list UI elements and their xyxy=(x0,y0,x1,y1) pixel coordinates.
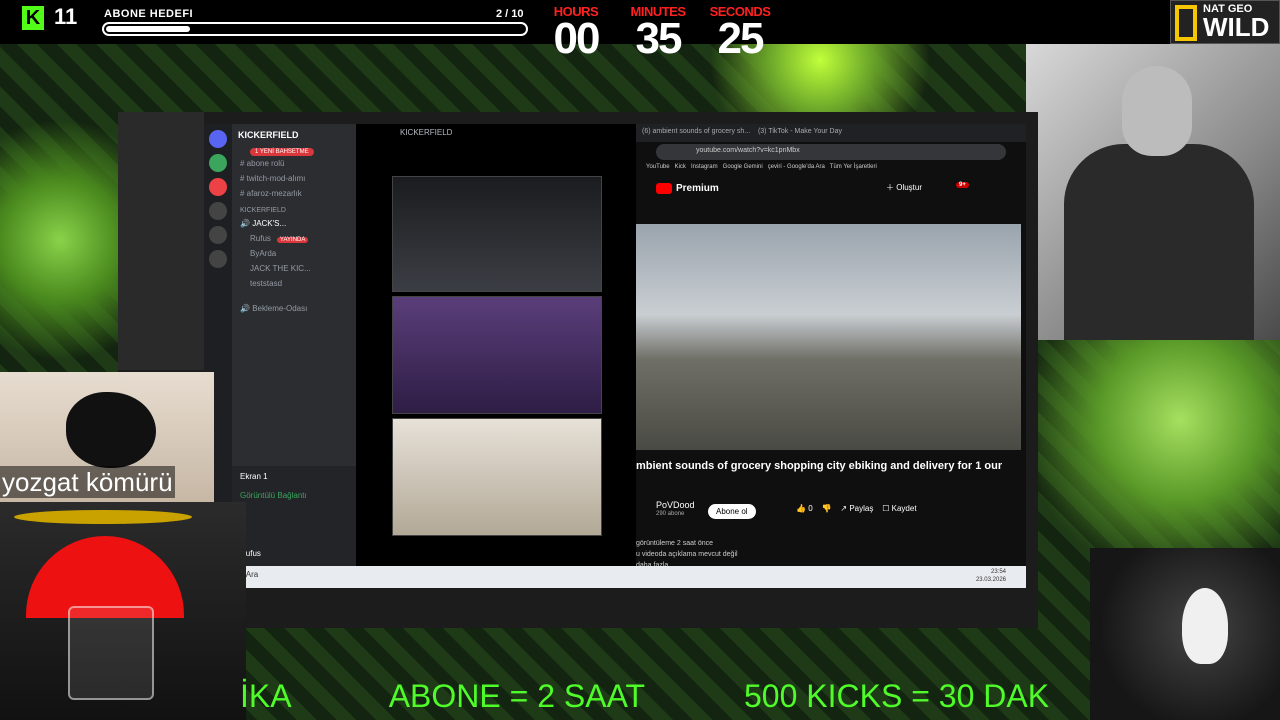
voice-user[interactable]: JACK THE KIC... xyxy=(232,261,356,276)
server-icon[interactable] xyxy=(209,154,227,172)
timer-hours: HOURS 00 xyxy=(536,4,616,63)
channel-item[interactable]: # abone rolü xyxy=(232,156,356,171)
view-count: görüntüleme 2 saat önce xyxy=(636,540,714,547)
waiting-room-channel[interactable]: 🔊 Bekleme-Odası xyxy=(232,301,356,316)
subscribe-button[interactable]: Abone ol xyxy=(708,504,756,519)
taskbar-search[interactable]: 🔍 Ara xyxy=(234,570,334,584)
bookmark-item[interactable]: Tüm Yer İşaretleri xyxy=(830,164,877,170)
connection-status[interactable]: Görüntülü Bağlantı xyxy=(232,487,356,504)
screen-share-preview[interactable] xyxy=(392,176,602,292)
glass-jar xyxy=(68,606,154,700)
natgeo-frame-icon xyxy=(1175,5,1197,41)
donation-ticker: İKA ABONE = 2 SAAT 500 KICKS = 30 DAK xyxy=(240,672,1100,720)
stream-top-bar: K 11 ABONE HEDEFI 2 / 10 HOURS 00 MINUTE… xyxy=(0,0,1280,61)
discord-stage: KICKERFIELD xyxy=(356,124,636,566)
browser-window[interactable]: (6) ambient sounds of grocery sh... (3) … xyxy=(636,124,1026,569)
voice-user[interactable]: Rufus YAYINDA xyxy=(232,231,356,246)
subscriber-goal-bar xyxy=(102,22,528,36)
youtube-logo-icon[interactable] xyxy=(656,183,672,194)
bookmark-item[interactable]: YouTube xyxy=(646,164,670,170)
discord-voice-panel: Ekran 1 Görüntülü Bağlantı Rufus xyxy=(232,466,356,566)
channel-item[interactable]: # afaroz-mezarlık xyxy=(232,186,356,201)
create-button[interactable]: ＋ Oluştur xyxy=(886,182,922,193)
kick-count: 11 xyxy=(54,4,78,29)
bookmarks-bar: YouTube Kick Instagram Google Gemini çev… xyxy=(636,162,1026,176)
notification-count[interactable]: 9+ xyxy=(956,182,969,188)
subscriber-goal-label: ABONE HEDEFI xyxy=(104,8,194,20)
ticker-item: İKA xyxy=(240,678,292,714)
like-button[interactable]: 👍 0 xyxy=(796,504,813,513)
ghostface-overlay xyxy=(1090,548,1280,720)
channel-name[interactable]: PoVDood xyxy=(656,500,695,510)
browser-tab[interactable]: (3) TikTok - Make Your Day xyxy=(758,128,842,135)
server-name[interactable]: KICKERFIELD xyxy=(232,124,356,146)
ticker-item: ABONE = 2 SAAT xyxy=(388,678,646,714)
discord-window[interactable]: KICKERFIELD 1 YENİ BAHSETME # abone rolü… xyxy=(204,124,636,566)
subscriber-goal-count: 2 / 10 xyxy=(496,8,524,20)
voice-user[interactable]: ByArda xyxy=(232,246,356,261)
timer-seconds-value: 25 xyxy=(717,14,765,63)
natgeo-text-bottom: WILD xyxy=(1203,12,1270,42)
timer-minutes: MINUTES 35 xyxy=(618,4,698,63)
screen-share-label: Ekran 1 xyxy=(240,472,268,481)
natgeo-wild-logo: NAT GEO WILD xyxy=(1170,0,1280,44)
channel-row: PoVDood 290 abone Abone ol 👍 0 👎 ↗ Payla… xyxy=(636,500,1021,522)
bookmark-item[interactable]: Instagram xyxy=(691,164,718,170)
live-badge: YAYINDA xyxy=(276,237,309,243)
discord-home-icon[interactable] xyxy=(209,130,227,148)
video-actions: 👍 0 👎 ↗ Paylaş ☐ Kaydet xyxy=(796,504,917,513)
bookmark-item[interactable]: Kick xyxy=(675,164,686,170)
streamer-facecam xyxy=(0,502,246,720)
discord-window-title: KICKERFIELD xyxy=(400,128,453,137)
new-mention-badge[interactable]: 1 YENİ BAHSETME xyxy=(250,148,314,156)
youtube-video-player[interactable] xyxy=(636,224,1021,450)
timer-seconds: SECONDS 25 xyxy=(700,4,780,63)
channel-item[interactable]: # twitch-mod-alımı xyxy=(232,171,356,186)
address-bar[interactable]: youtube.com/watch?v=kc1pnMbx xyxy=(656,144,1006,160)
windows-taskbar: 🔍 Ara 23:54 23.03.2026 xyxy=(204,566,1026,588)
server-icon[interactable] xyxy=(209,226,227,244)
coal-rock xyxy=(66,392,156,468)
propeller-icon xyxy=(14,510,192,524)
user-video-tile[interactable] xyxy=(392,296,602,414)
dislike-button[interactable]: 👎 xyxy=(822,504,832,513)
description-text: u videoda açıklama mevcut değil xyxy=(636,551,738,558)
video-title: mbient sounds of grocery shopping city e… xyxy=(636,460,1003,472)
browser-tab-strip[interactable]: (6) ambient sounds of grocery sh... (3) … xyxy=(636,124,1026,142)
server-icon[interactable] xyxy=(209,250,227,268)
share-button[interactable]: ↗ Paylaş xyxy=(840,504,873,513)
channel-category[interactable]: KICKERFIELD xyxy=(232,201,356,216)
server-icon[interactable] xyxy=(209,178,227,196)
channel-subscribers: 290 abone xyxy=(656,511,685,517)
voice-user[interactable]: teststasd xyxy=(232,276,356,291)
portrait-photo xyxy=(1026,44,1280,340)
ghost-mask-icon xyxy=(1182,588,1228,664)
timer-minutes-value: 35 xyxy=(635,14,683,63)
subscriber-goal-fill xyxy=(106,26,190,32)
rock-caption: yozgat kömürü xyxy=(0,466,175,498)
youtube-header: Premium ＋ Oluştur 9+ xyxy=(636,176,1026,202)
youtube-brand[interactable]: Premium xyxy=(676,183,719,194)
voice-channel[interactable]: 🔊 JACK'S... xyxy=(232,216,356,231)
user-video-tile[interactable] xyxy=(392,418,602,536)
bookmark-item[interactable]: çeviri - Google'da Ara xyxy=(768,164,825,170)
bookmark-item[interactable]: Google Gemini xyxy=(723,164,763,170)
ticker-item: 500 KICKS = 30 DAK xyxy=(743,678,1050,714)
shared-screen: KICKERFIELD 1 YENİ BAHSETME # abone rolü… xyxy=(118,112,1038,628)
timer-hours-value: 00 xyxy=(553,14,601,63)
browser-tab[interactable]: (6) ambient sounds of grocery sh... xyxy=(642,128,750,135)
kick-logo-icon: K xyxy=(22,6,44,30)
taskbar-clock[interactable]: 23:54 23.03.2026 xyxy=(976,568,1006,584)
save-button[interactable]: ☐ Kaydet xyxy=(882,504,916,513)
server-icon[interactable] xyxy=(209,202,227,220)
